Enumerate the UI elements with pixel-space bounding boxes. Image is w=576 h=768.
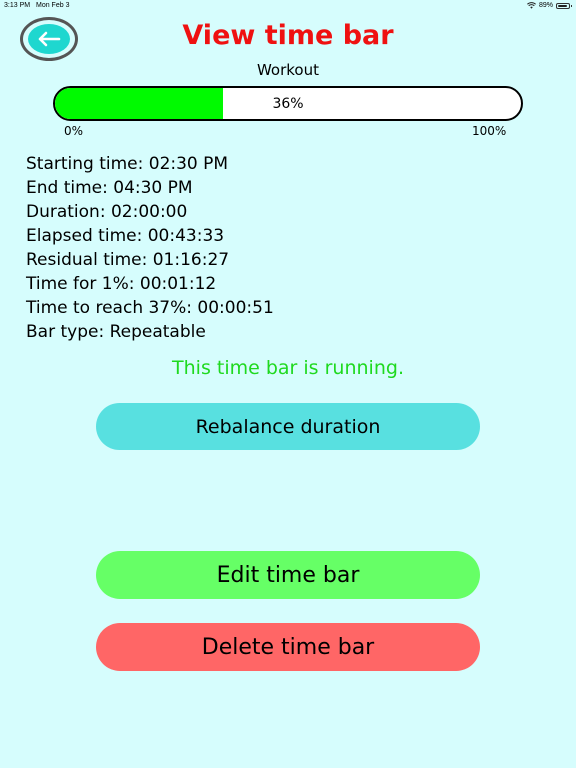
wifi-icon: [527, 2, 536, 9]
starting-time: Starting time: 02:30 PM: [26, 154, 229, 174]
progress-bar: 36%: [53, 86, 523, 121]
progress-max-label: 100%: [472, 124, 507, 138]
time-bar-details: Starting time: 02:30 PM End time: 04:30 …: [26, 152, 274, 344]
battery-icon: [556, 2, 572, 9]
duration: Duration: 02:00:00: [26, 202, 188, 222]
progress-percent: 36%: [272, 95, 304, 112]
end-time: End time: 04:30 PM: [26, 178, 193, 198]
rebalance-duration-button[interactable]: Rebalance duration: [96, 403, 480, 450]
residual-time: Residual time: 01:16:27: [26, 250, 230, 270]
time-bar-name: Workout: [256, 61, 319, 79]
battery-percent: 89%: [538, 2, 553, 9]
time-per-percent: Time for 1%: 00:01:12: [26, 274, 217, 294]
edit-time-bar-button[interactable]: Edit time bar: [96, 551, 480, 599]
elapsed-time: Elapsed time: 00:43:33: [26, 226, 225, 246]
status-indicators: 89%: [527, 2, 572, 9]
status-date: Mon Feb 3: [36, 2, 70, 9]
battery-fill: [558, 4, 567, 7]
bar-type: Bar type: Repeatable: [26, 322, 206, 342]
running-status-message: This time bar is running.: [172, 357, 404, 379]
status-time: 3:13 PM: [4, 2, 31, 9]
progress-min-label: 0%: [64, 124, 84, 138]
page-title: View time bar: [182, 20, 394, 51]
time-to-next-percent: Time to reach 37%: 00:00:51: [26, 298, 274, 318]
delete-time-bar-button[interactable]: Delete time bar: [96, 623, 480, 671]
status-bar: 3:13 PM Mon Feb 3 89%: [0, 0, 576, 12]
